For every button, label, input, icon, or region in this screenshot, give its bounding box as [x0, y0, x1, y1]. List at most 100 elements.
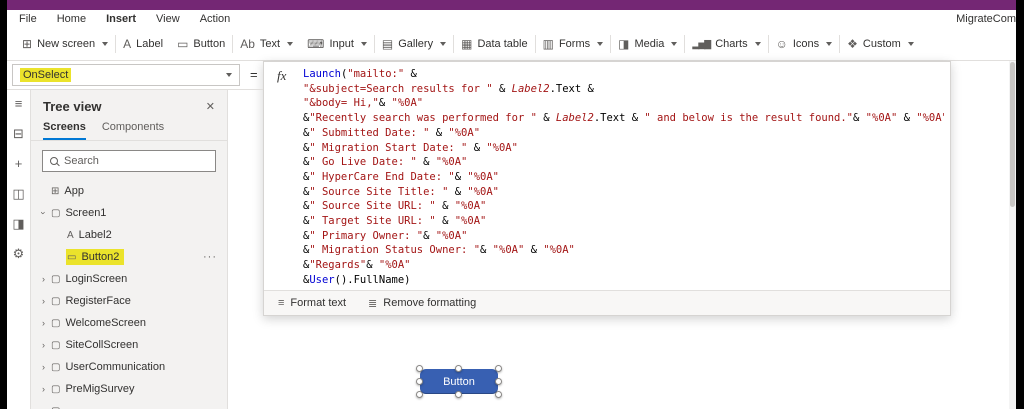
ribbon-item-icons[interactable]: ☺ Icons	[769, 28, 840, 60]
tree-item-label: RegisterFace	[65, 295, 131, 307]
tree-item-sitecollscreen[interactable]: › ▢ SiteCollScreen	[31, 334, 227, 356]
scrollbar-thumb[interactable]	[1010, 62, 1015, 207]
screen-icon: ▢	[51, 383, 61, 395]
data-icon[interactable]: ◫	[12, 187, 24, 200]
tree-view-tabs: Screens Components	[31, 118, 227, 141]
selection-handle[interactable]	[495, 365, 502, 372]
format-bar: ≡ Format text ≣ Remove formatting	[264, 290, 950, 315]
ribbon-item-gallery[interactable]: ▤ Gallery	[375, 28, 453, 60]
selection-handle[interactable]	[416, 391, 423, 398]
ribbon-item-input[interactable]: ⌨ Input	[300, 28, 374, 60]
property-dropdown[interactable]: OnSelect	[12, 64, 240, 86]
close-icon[interactable]: ✕	[206, 100, 215, 113]
tree-item-registerface[interactable]: › ▢ RegisterFace	[31, 290, 227, 312]
tree-item-welcomescreen[interactable]: › ▢ WelcomeScreen	[31, 312, 227, 334]
formula-token: Label2	[511, 82, 550, 95]
chevron-right-icon[interactable]: ›	[37, 296, 50, 306]
chevron-right-icon[interactable]: ›	[37, 274, 50, 284]
more-options-button[interactable]: ···	[203, 251, 217, 263]
tree-item-label2[interactable]: A Label2	[31, 224, 227, 246]
menu-icon[interactable]: ≡	[15, 97, 23, 110]
ribbon-item-forms[interactable]: ▥ Forms	[536, 28, 611, 60]
formula-token: "&body= Hi,"	[303, 97, 379, 110]
menu-file[interactable]: File	[19, 13, 37, 25]
remove-formatting-button[interactable]: ≣ Remove formatting	[368, 297, 476, 310]
formula-token: .Text &	[593, 112, 645, 125]
tree-item-main: ▢ UserCommunication	[50, 359, 170, 375]
chevron-right-icon[interactable]: ›	[37, 362, 50, 372]
selection-handle[interactable]	[495, 391, 502, 398]
selection-handle[interactable]	[416, 377, 423, 385]
media-icon: ◨	[618, 37, 630, 51]
media-icon[interactable]: ◨	[12, 217, 24, 230]
label-icon: A	[67, 229, 74, 241]
tree-item-button2[interactable]: ▭ Button2 ···	[31, 246, 227, 268]
ribbon-item-label: Forms	[558, 38, 591, 50]
tree-item-usercommunication[interactable]: › ▢ UserCommunication	[31, 356, 227, 378]
property-value: OnSelect	[20, 68, 72, 82]
search-input[interactable]: Search	[42, 150, 216, 172]
formula-token: &	[378, 97, 392, 110]
tree-item-main: ▭ Button2	[66, 249, 125, 265]
tab-screens[interactable]: Screens	[43, 121, 86, 140]
tree-item-loginscreen[interactable]: › ▢ LoginScreen	[31, 268, 227, 290]
ribbon-item-button[interactable]: ▭ Button	[170, 28, 232, 60]
tree-item-label: Label2	[78, 229, 112, 241]
chevron-down-icon	[102, 42, 109, 46]
selection-handle[interactable]	[455, 365, 462, 372]
ribbon-item-label: Custom	[862, 38, 901, 50]
tree-item-label: App	[64, 185, 84, 197]
menu-insert[interactable]: Insert	[106, 13, 136, 25]
tree-view-icon[interactable]: ⊟	[13, 127, 24, 140]
tree-item-label: UserCommunication	[65, 361, 166, 373]
formula-line: "&subject=Search results for " & Label2.…	[303, 82, 944, 97]
formula-token: &	[897, 112, 917, 125]
chevron-down-icon	[907, 42, 914, 46]
ribbon-item-charts[interactable]: ▂▅▇ Charts	[685, 28, 767, 60]
tree-item-clipped[interactable]: ›▢	[31, 400, 227, 409]
vertical-scrollbar[interactable]	[1009, 61, 1016, 409]
formula-token: &	[435, 215, 455, 228]
selection-handle[interactable]	[416, 365, 423, 372]
tree-item-screen1[interactable]: › ▢ Screen1	[31, 202, 227, 224]
formula-token: &	[454, 170, 468, 183]
formula-editor[interactable]: Launch("mailto:" & "&subject=Search resul…	[303, 67, 944, 288]
menubar: File Home Insert View Action	[7, 10, 1016, 28]
formula-line: &" Migration Start Date: " & "%0A"	[303, 141, 944, 156]
formula-token: "Regards"	[309, 259, 367, 272]
label-icon: A	[123, 37, 132, 51]
ribbon-item-custom[interactable]: ❖ Custom	[840, 28, 921, 60]
menu-view[interactable]: View	[156, 13, 180, 25]
selection-handle[interactable]	[495, 377, 502, 385]
ribbon-item-label: Icons	[792, 38, 820, 50]
format-text-button[interactable]: ≡ Format text	[278, 297, 346, 309]
ribbon-item-media[interactable]: ◨ Media	[611, 28, 684, 60]
ribbon-item-new-screen[interactable]: ⊞ New screen	[15, 28, 115, 60]
ribbon-item-text[interactable]: Ab Text	[233, 28, 300, 60]
tree-item-label: WelcomeScreen	[65, 317, 146, 329]
tree-view-panel: Tree view ✕ Screens Components Search ⊞ Ap…	[31, 90, 228, 409]
ribbon-item-data-table[interactable]: ▦ Data table	[454, 28, 535, 60]
formula-token: .Text &	[549, 82, 594, 95]
chevron-down-icon[interactable]: ›	[39, 207, 49, 220]
chevron-right-icon[interactable]: ›	[37, 384, 50, 394]
chevron-right-icon[interactable]: ›	[37, 340, 50, 350]
insert-icon[interactable]: +	[15, 157, 23, 170]
formula-token: "%0A"	[916, 112, 944, 125]
formula-token: " Source Site Title: "	[309, 185, 449, 198]
advanced-icon[interactable]: ⚙	[13, 247, 25, 260]
title-bar	[7, 0, 1016, 10]
ribbon-item-label[interactable]: A Label	[116, 28, 170, 60]
chevron-right-icon[interactable]: ›	[37, 318, 50, 328]
formula-token: &	[435, 200, 455, 213]
tree-item-app[interactable]: ⊞ App	[31, 180, 227, 202]
menu-home[interactable]: Home	[57, 13, 86, 25]
menu-action[interactable]: Action	[200, 13, 231, 25]
tab-components[interactable]: Components	[102, 121, 164, 140]
tree-item-premigsurvey[interactable]: › ▢ PreMigSurvey	[31, 378, 227, 400]
formula-token: "%0A"	[467, 185, 499, 198]
formula-token: " Migration Start Date: "	[309, 141, 468, 154]
formula-token: User	[309, 273, 335, 286]
selection-handle[interactable]	[455, 391, 462, 398]
equals-sign: =	[250, 67, 258, 82]
